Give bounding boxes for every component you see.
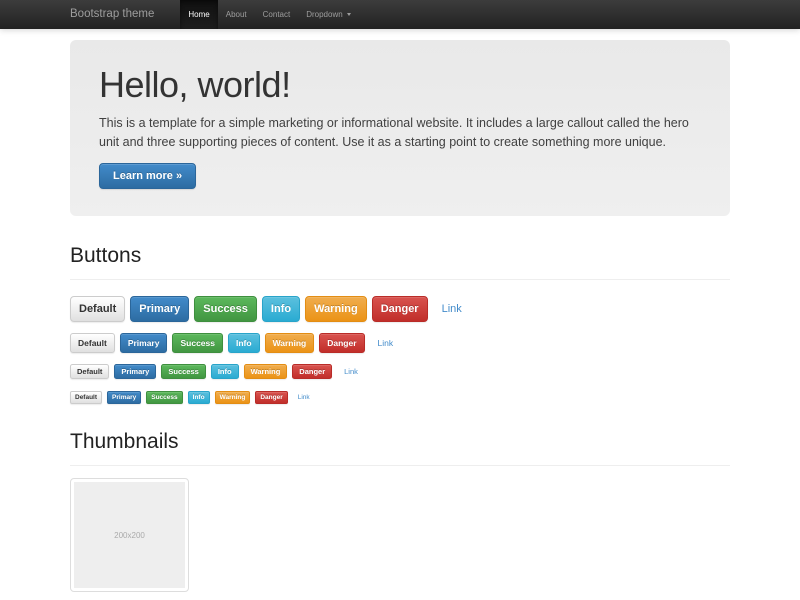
- button-primary-xs[interactable]: Primary: [107, 391, 141, 404]
- button-success-md[interactable]: Success: [172, 333, 223, 353]
- button-info-xs[interactable]: Info: [188, 391, 210, 404]
- buttons-heading: Buttons: [70, 244, 730, 280]
- button-danger-md[interactable]: Danger: [319, 333, 364, 353]
- placeholder-label: 200x200: [114, 531, 145, 540]
- button-primary-md[interactable]: Primary: [120, 333, 168, 353]
- navbar: Bootstrap theme Home About Contact Dropdown: [0, 0, 800, 29]
- button-link-lg[interactable]: Link: [433, 296, 471, 322]
- button-link-sm[interactable]: Link: [337, 364, 365, 379]
- button-success-xs[interactable]: Success: [146, 391, 182, 404]
- nav-item-contact[interactable]: Contact: [255, 0, 299, 29]
- navbar-inner: Bootstrap theme Home About Contact Dropdown: [70, 0, 730, 29]
- button-danger-xs[interactable]: Danger: [255, 391, 287, 404]
- hero-description: This is a template for a simple marketin…: [99, 114, 701, 152]
- hero-unit: Hello, world! This is a template for a s…: [70, 40, 730, 216]
- button-info-sm[interactable]: Info: [211, 364, 239, 379]
- button-link-md[interactable]: Link: [370, 333, 402, 353]
- button-primary-sm[interactable]: Primary: [114, 364, 156, 379]
- thumbnail[interactable]: 200x200: [70, 478, 189, 592]
- button-row-extra-small: Default Primary Success Info Warning Danger Li…: [70, 391, 730, 404]
- nav-item-dropdown[interactable]: Dropdown: [298, 0, 358, 29]
- button-default-xs[interactable]: Default: [70, 391, 102, 404]
- button-row-small: Default Primary Success Info Warning Danger Li…: [70, 364, 730, 379]
- main-container: Hello, world! This is a template for a s…: [70, 40, 730, 592]
- button-success-sm[interactable]: Success: [161, 364, 205, 379]
- hero-title: Hello, world!: [99, 66, 701, 104]
- button-danger-sm[interactable]: Danger: [292, 364, 332, 379]
- button-default-sm[interactable]: Default: [70, 364, 109, 379]
- caret-down-icon: [347, 13, 351, 16]
- button-danger-lg[interactable]: Danger: [372, 296, 428, 322]
- button-success-lg[interactable]: Success: [194, 296, 257, 322]
- button-rows: DefaultPrimarySuccessInfoWarningDangerLi…: [70, 296, 730, 404]
- button-row-large: DefaultPrimarySuccessInfoWarningDangerLi…: [70, 296, 730, 322]
- button-warning-xs[interactable]: Warning: [215, 391, 251, 404]
- button-default-lg[interactable]: Default: [70, 296, 125, 322]
- nav-item-home[interactable]: Home: [180, 0, 217, 29]
- nav-item-label: Dropdown: [306, 10, 342, 19]
- navbar-nav: Home About Contact Dropdown: [180, 0, 358, 29]
- nav-item-label: Home: [188, 10, 209, 19]
- thumbnail-placeholder: 200x200: [74, 482, 185, 588]
- button-warning-sm[interactable]: Warning: [244, 364, 288, 379]
- nav-item-label: About: [226, 10, 247, 19]
- button-primary-lg[interactable]: Primary: [130, 296, 189, 322]
- button-warning-md[interactable]: Warning: [265, 333, 315, 353]
- button-info-md[interactable]: Info: [228, 333, 260, 353]
- thumbnails-heading: Thumbnails: [70, 430, 730, 466]
- button-default-md[interactable]: Default: [70, 333, 115, 353]
- button-info-lg[interactable]: Info: [262, 296, 300, 322]
- button-warning-lg[interactable]: Warning: [305, 296, 367, 322]
- button-row-default: DefaultPrimarySuccessInfoWarningDanger Li…: [70, 333, 730, 353]
- navbar-brand[interactable]: Bootstrap theme: [70, 0, 168, 29]
- nav-item-about[interactable]: About: [218, 0, 255, 29]
- learn-more-button[interactable]: Learn more »: [99, 163, 196, 189]
- button-link-xs[interactable]: Link: [293, 391, 315, 404]
- nav-item-label: Contact: [263, 10, 291, 19]
